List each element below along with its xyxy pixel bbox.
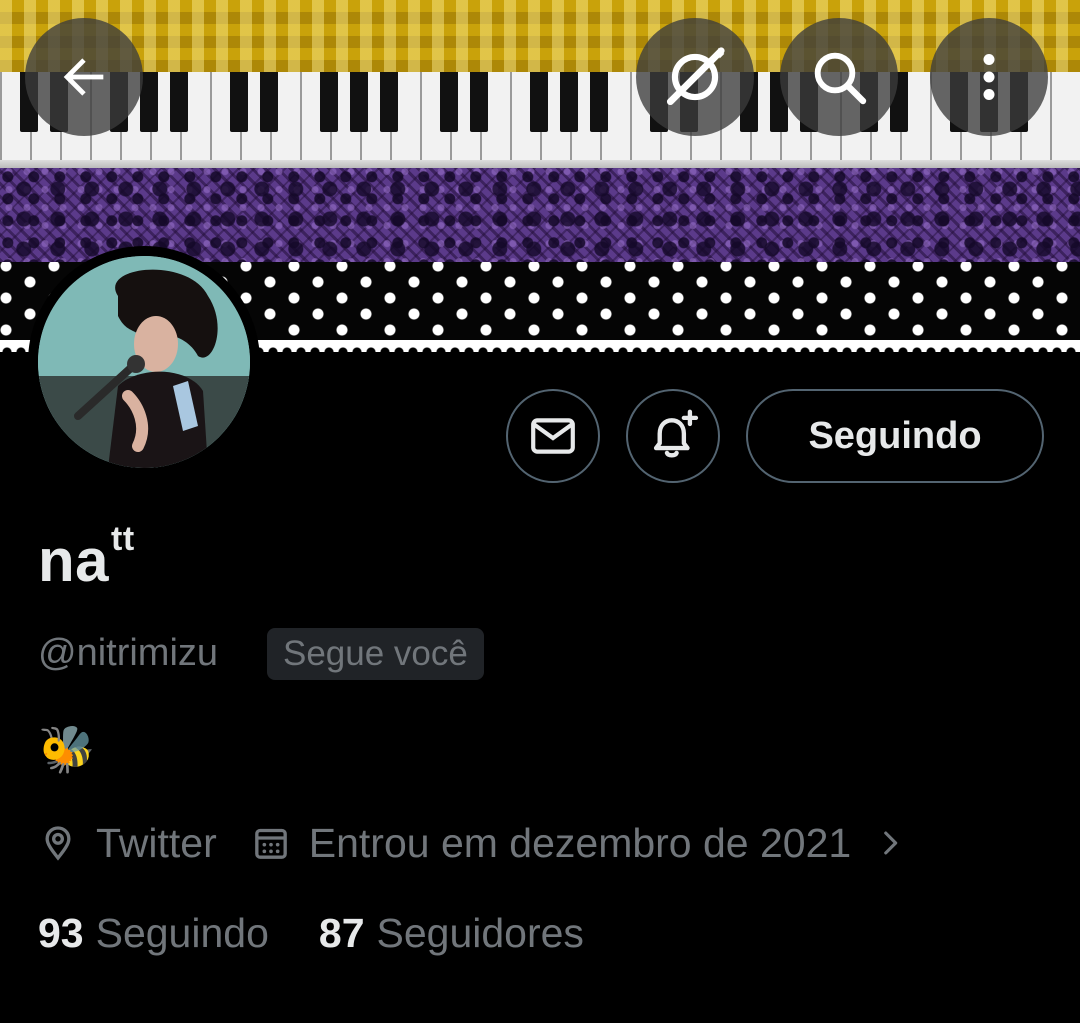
banner-gingham-pattern (0, 0, 1080, 72)
username-handle: @nitrimizu (38, 632, 219, 674)
envelope-icon (531, 418, 575, 454)
following-button[interactable]: Seguindo (746, 389, 1044, 483)
sync-slash-icon (666, 47, 725, 106)
more-options-button[interactable] (930, 18, 1048, 136)
banner-piano-keys (0, 72, 1080, 168)
followers-label: Seguidores (376, 910, 584, 956)
following-label: Seguindo (95, 910, 269, 956)
display-name-superscript: tt (111, 520, 135, 558)
bio-text: 🐝 (38, 723, 96, 775)
followers-count: 87 (318, 910, 365, 956)
back-button[interactable] (25, 18, 143, 136)
location-pin-icon (45, 826, 71, 861)
avatar[interactable] (38, 256, 250, 468)
sync-button[interactable] (636, 18, 754, 136)
join-date[interactable]: Entrou em dezembro de 2021 (251, 820, 907, 867)
profile-meta: Twitter Entrou em dezembro de 2021 (38, 816, 907, 870)
location-text: Twitter (96, 819, 217, 866)
arrow-left-icon (63, 58, 104, 96)
following-stat[interactable]: 93 Seguindo (38, 910, 269, 957)
search-button[interactable] (780, 18, 898, 136)
following-count: 93 (38, 910, 84, 956)
follow-stats: 93 Seguindo 87 Seguidores (38, 910, 584, 957)
location: Twitter (38, 820, 217, 867)
follows-you-badge: Segue você (267, 628, 484, 680)
more-vertical-icon (983, 54, 995, 100)
search-icon (814, 52, 867, 105)
display-name-text: na (38, 527, 110, 594)
notifications-button[interactable] (626, 389, 720, 483)
chevron-right-icon (884, 831, 898, 855)
display-name: natt (38, 520, 135, 595)
followers-stat[interactable]: 87 Seguidores (319, 910, 584, 957)
join-date-text: Entrou em dezembro de 2021 (308, 819, 852, 866)
calendar-icon (254, 828, 287, 859)
message-button[interactable] (506, 389, 600, 483)
bell-plus-icon (653, 409, 699, 458)
avatar-image (38, 256, 250, 468)
